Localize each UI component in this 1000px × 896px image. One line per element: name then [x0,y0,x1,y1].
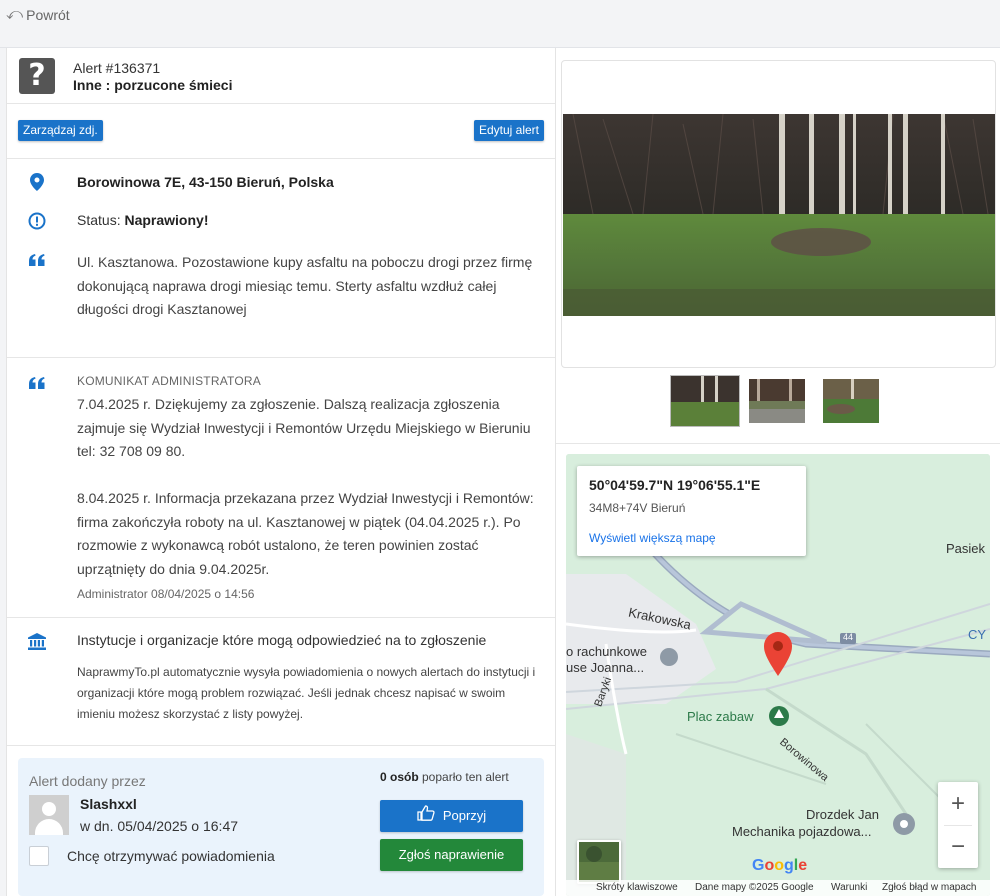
zoom-in-button[interactable]: + [938,782,978,825]
bigger-map-link[interactable]: Wyświetl większą mapę [589,531,716,545]
institutions-description: NaprawmyTo.pl automatycznie wysyła powia… [77,665,536,721]
photo-thumbnail[interactable] [823,379,879,423]
report-map-error-link[interactable]: Zgłoś błąd w mapach [882,882,977,893]
thumbs-up-icon [417,801,435,833]
alert-description: Ul. Kasztanowa. Pozostawione kupy asfalt… [77,254,533,317]
map-label-plac-zabaw: Plac zabaw [687,709,754,724]
avatar [29,795,69,835]
author-heading: Alert dodany przez [29,773,146,789]
support-count-value: 0 osób [380,770,419,784]
support-count: 0 osób poparło ten alert [380,770,509,784]
map-label-drozdek: Mechanika pojazdowa... [732,824,872,839]
author-name[interactable]: Slashxxl [80,796,137,812]
map-data-attribution: Dane mapy ©2025 Google [695,882,814,893]
alert-actions: Zarządzaj zdj. Edytuj alert [7,104,555,159]
zoom-out-button[interactable]: − [938,825,978,868]
notifications-label[interactable]: Chcę otrzymywać powiadomienia [67,848,275,864]
map-label-drozdek: Drozdek Jan [806,807,879,822]
quote-icon [27,253,47,271]
map-coordinates: 50°04'59.7"N 19°06'55.1"E [589,477,761,493]
keyboard-shortcuts-link[interactable]: Skróty klawiszowe [596,882,678,893]
edit-alert-button[interactable]: Edytuj alert [473,120,544,141]
back-arrow-icon: ⤺ [6,6,24,23]
manage-photos-button[interactable]: Zarządzaj zdj. [18,120,103,141]
map-label-rachunkowe: use Joanna... [566,660,645,675]
map-label-pasiek: Pasiek [946,541,986,556]
map-plus-code: 34M8+74V Bieruń [589,501,686,515]
media-panel: Krakowska 44 o rachunkowe use Joanna... … [556,48,1000,896]
satellite-toggle[interactable] [577,840,621,884]
support-button-label: Poprzyj [442,808,487,823]
map-info-card: 50°04'59.7"N 19°06'55.1"E 34M8+74V Bieru… [577,466,806,556]
alert-details-panel: ? Alert #136371 Inne : porzucone śmieci … [6,48,556,896]
admin-message-paragraph: 8.04.2025 r. Informacja przekazana przez… [77,490,534,577]
back-link[interactable]: ⤺ Powrót [6,6,70,24]
alert-id: Alert #136371 [73,60,161,76]
question-category-icon: ? [19,58,55,94]
quote-icon [27,376,47,394]
admin-message-body: 7.04.2025 r. Dziękujemy za zgłoszenie. D… [77,393,542,605]
notifications-checkbox[interactable] [29,846,49,866]
status-prefix: Status: [77,212,125,228]
terms-link[interactable]: Warunki [831,882,867,893]
institution-building-icon [27,633,47,655]
alert-photo[interactable] [563,114,995,316]
admin-message-paragraph: 7.04.2025 r. Dziękujemy za zgłoszenie. D… [77,396,531,459]
map-label-cy: CY [968,627,987,642]
alert-header: ? Alert #136371 Inne : porzucone śmieci [7,48,555,104]
status-value: Naprawiony! [124,212,209,228]
institutions-section: Instytucje i organizacje które mogą odpo… [7,618,555,746]
photo-viewer [561,60,996,368]
status-info-icon [27,212,47,235]
alert-status: Status: Naprawiony! [77,212,208,228]
alert-category: Inne : porzucone śmieci [73,77,233,93]
admin-signature: Administrator 08/04/2025 o 14:56 [77,587,255,601]
alert-address: Borowinowa 7E, 43-150 Bieruń, Polska [77,174,334,190]
author-support-card: Alert dodany przez Slashxxl w dn. 05/04/… [18,758,544,896]
map-footer: Skróty klawiszowe Dane mapy ©2025 Google… [566,880,990,896]
location-pin-icon [27,173,47,196]
admin-message-section: KOMUNIKAT ADMINISTRATORA 7.04.2025 r. Dz… [7,358,555,618]
map-zoom-control: + − [938,782,978,868]
map-label-rachunkowe: o rachunkowe [566,644,647,659]
map-road-number: 44 [843,632,854,642]
report-fixed-button[interactable]: Zgłoś naprawienie [380,839,523,871]
institutions-heading: Instytucje i organizacje które mogą odpo… [77,632,487,648]
alert-info-section: Borowinowa 7E, 43-150 Bieruń, Polska Sta… [7,159,555,358]
photo-thumbnail[interactable] [749,379,805,423]
location-map[interactable]: Krakowska 44 o rachunkowe use Joanna... … [566,454,990,896]
author-date: w dn. 05/04/2025 o 16:47 [80,818,239,834]
support-button[interactable]: Poprzyj [380,800,523,832]
support-count-suffix: poparło ten alert [418,770,509,784]
back-label: Powrót [26,7,70,23]
section-divider [556,443,1000,444]
google-logo: Google [752,857,808,874]
photo-thumbnail[interactable] [670,375,740,427]
admin-message-heading: KOMUNIKAT ADMINISTRATORA [77,374,261,388]
